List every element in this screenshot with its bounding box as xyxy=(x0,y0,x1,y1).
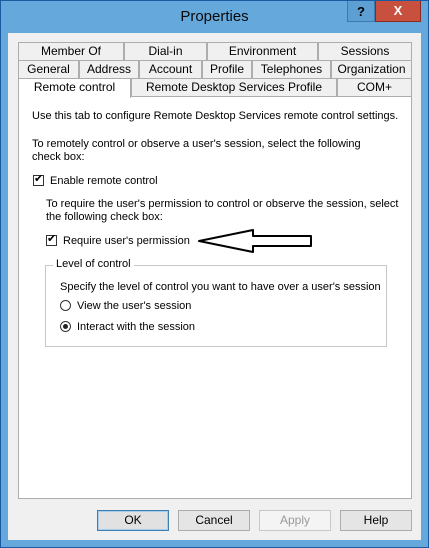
permission-description-line1: To require the user's permission to cont… xyxy=(46,198,399,210)
title-bar[interactable]: Properties ? X xyxy=(1,1,428,33)
require-permission-label[interactable]: Require user's permission xyxy=(63,235,190,248)
properties-window: Properties ? X Member Of Dial-in Environ… xyxy=(0,0,429,548)
tab-general[interactable]: General xyxy=(18,60,79,78)
radio-selected-dot xyxy=(63,324,68,329)
tab-profile[interactable]: Profile xyxy=(202,60,252,78)
tab-dial-in[interactable]: Dial-in xyxy=(124,42,207,60)
level-of-control-legend: Level of control xyxy=(53,258,134,271)
tab-environment[interactable]: Environment xyxy=(207,42,318,60)
intro-text: Use this tab to configure Remote Desktop… xyxy=(32,110,399,122)
checkmark-icon: ✔ xyxy=(47,233,57,245)
help-button[interactable]: Help xyxy=(340,510,412,531)
interact-session-label[interactable]: Interact with the session xyxy=(77,321,195,334)
tab-account[interactable]: Account xyxy=(139,60,202,78)
require-permission-checkbox[interactable]: ✔ xyxy=(46,233,57,246)
annotation-arrow-icon xyxy=(198,229,312,253)
tab-telephones[interactable]: Telephones xyxy=(252,60,331,78)
enable-remote-control-label[interactable]: Enable remote control xyxy=(50,175,158,188)
tab-member-of[interactable]: Member Of xyxy=(18,42,124,60)
close-button[interactable]: X xyxy=(375,1,421,22)
permission-description-line2: the following check box: xyxy=(46,211,163,223)
tab-com-plus[interactable]: COM+ xyxy=(337,78,412,96)
interact-session-radio[interactable] xyxy=(60,321,71,332)
enable-remote-control-checkbox[interactable]: ✔ xyxy=(33,173,44,186)
enable-description-line1: To remotely control or observe a user's … xyxy=(32,138,361,150)
enable-description-line2: check box: xyxy=(32,151,85,163)
tab-sessions[interactable]: Sessions xyxy=(318,42,412,60)
cancel-button[interactable]: Cancel xyxy=(178,510,250,531)
help-title-button[interactable]: ? xyxy=(347,1,375,22)
tab-remote-control[interactable]: Remote control xyxy=(18,78,131,98)
tab-organization[interactable]: Organization xyxy=(331,60,412,78)
tab-remote-desktop-services-profile[interactable]: Remote Desktop Services Profile xyxy=(131,78,337,96)
view-session-radio[interactable] xyxy=(60,300,71,311)
level-description: Specify the level of control you want to… xyxy=(60,281,381,293)
ok-button[interactable]: OK xyxy=(97,510,169,531)
apply-button[interactable]: Apply xyxy=(259,510,331,531)
view-session-label[interactable]: View the user's session xyxy=(77,300,191,313)
checkmark-icon: ✔ xyxy=(34,173,44,185)
tab-address[interactable]: Address xyxy=(79,60,139,78)
